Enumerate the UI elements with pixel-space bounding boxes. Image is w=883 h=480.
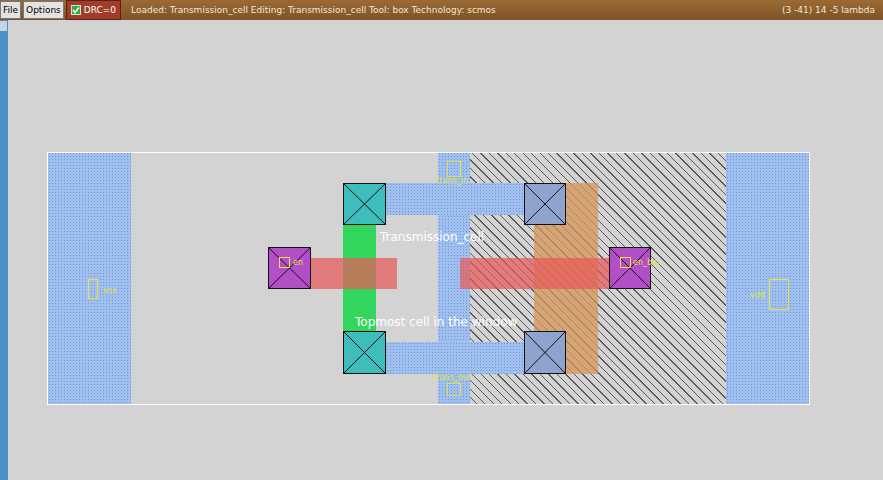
drc-toggle[interactable]: DRC=0 xyxy=(66,0,121,20)
port-label: en xyxy=(293,258,303,268)
poly-contact-icon xyxy=(268,247,311,289)
pdiff-contact-icon xyxy=(524,331,566,374)
label-marker xyxy=(447,161,461,177)
label-marker xyxy=(769,279,789,310)
port-label: en_bar xyxy=(633,258,660,268)
port-label: vdd xyxy=(750,291,765,301)
metal-wire xyxy=(726,152,810,405)
ndiff-contact-icon xyxy=(343,331,386,374)
cell-bounding-box xyxy=(47,152,810,405)
layout-canvas[interactable]: vss vdd en en_bar trans_in trans_out Transmiss… xyxy=(8,20,883,480)
metal-wire xyxy=(386,342,524,374)
label-marker xyxy=(620,257,631,268)
port-label: trans_out xyxy=(433,373,471,383)
pdiff-contact-icon xyxy=(524,183,566,225)
check-icon xyxy=(71,5,81,15)
coordinates: (3 -41) 14 -5 lambda xyxy=(782,5,883,15)
port-label: trans_in xyxy=(436,176,468,186)
metal-wire xyxy=(386,183,524,215)
port-label: vss xyxy=(103,286,116,296)
magic-window: FileOptionsDRC=0 Loaded: Transmission_cel… xyxy=(0,0,883,480)
status-text: Loaded: Transmission_cell Editing: Trans… xyxy=(131,5,780,15)
menu-button[interactable]: File xyxy=(0,1,21,19)
ndiff-contact-icon xyxy=(343,183,386,225)
label-marker xyxy=(279,257,290,268)
poly-wire xyxy=(460,258,609,289)
menu-button[interactable]: Options xyxy=(23,1,64,19)
poly-wire xyxy=(311,258,397,289)
poly-contact-icon xyxy=(609,247,651,289)
toolbar: FileOptionsDRC=0 Loaded: Transmission_cel… xyxy=(0,0,883,20)
vertical-scrollbar[interactable] xyxy=(0,20,8,480)
cell-name: Transmission_cell xyxy=(380,230,484,244)
cell-note: Topmost cell in the window xyxy=(355,315,517,329)
label-marker xyxy=(447,383,461,396)
label-marker xyxy=(88,279,98,299)
scroll-up-icon[interactable] xyxy=(0,21,7,31)
